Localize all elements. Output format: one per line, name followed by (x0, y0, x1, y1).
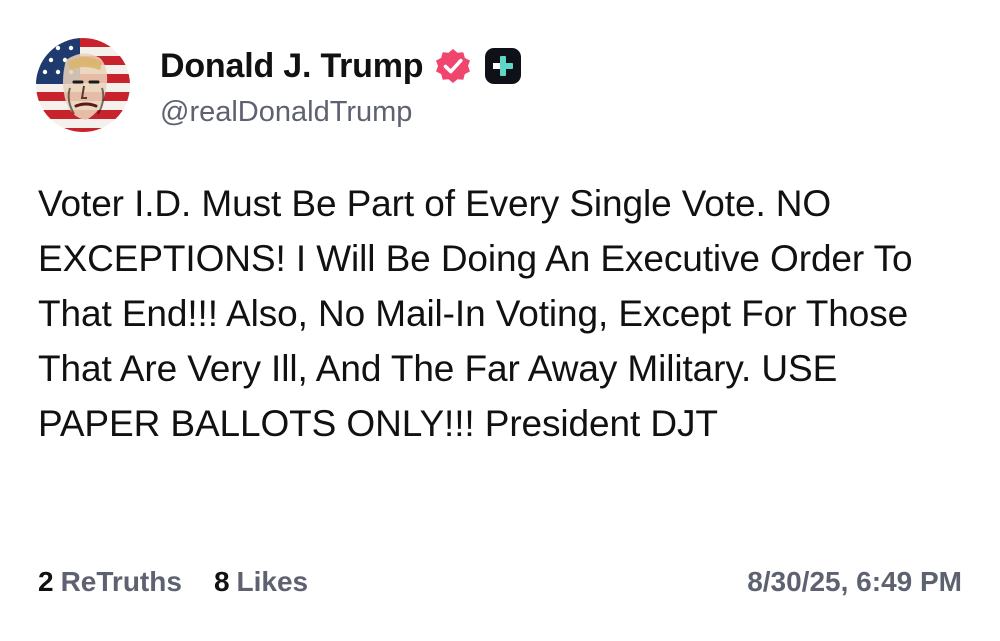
likes-stat[interactable]: 8 Likes (214, 566, 308, 598)
likes-count: 8 (213, 566, 230, 597)
likes-label: Likes (236, 566, 309, 597)
retruths-label: ReTruths (60, 566, 182, 597)
truth-post-card: Donald J. Trump @realDonaldTrump Voter I… (0, 0, 1000, 641)
author-handle[interactable]: @realDonaldTrump (160, 96, 412, 129)
retruths-stat[interactable]: 2 ReTruths (38, 566, 182, 598)
truth-plus-icon (483, 46, 523, 86)
author-display-name[interactable]: Donald J. Trump (160, 47, 424, 86)
author-avatar[interactable] (36, 38, 130, 132)
flag-portrait-avatar-icon (36, 38, 130, 132)
post-text: Voter I.D. Must Be Part of Every Single … (38, 183, 913, 444)
retruths-count: 2 (38, 566, 54, 597)
post-footer: 2 ReTruths 8 Likes 8/30/25, 6:49 PM (38, 560, 962, 604)
post-timestamp[interactable]: 8/30/25, 6:49 PM (747, 566, 962, 598)
author-name-row: Donald J. Trump (160, 44, 523, 88)
verified-check-icon (433, 46, 473, 86)
